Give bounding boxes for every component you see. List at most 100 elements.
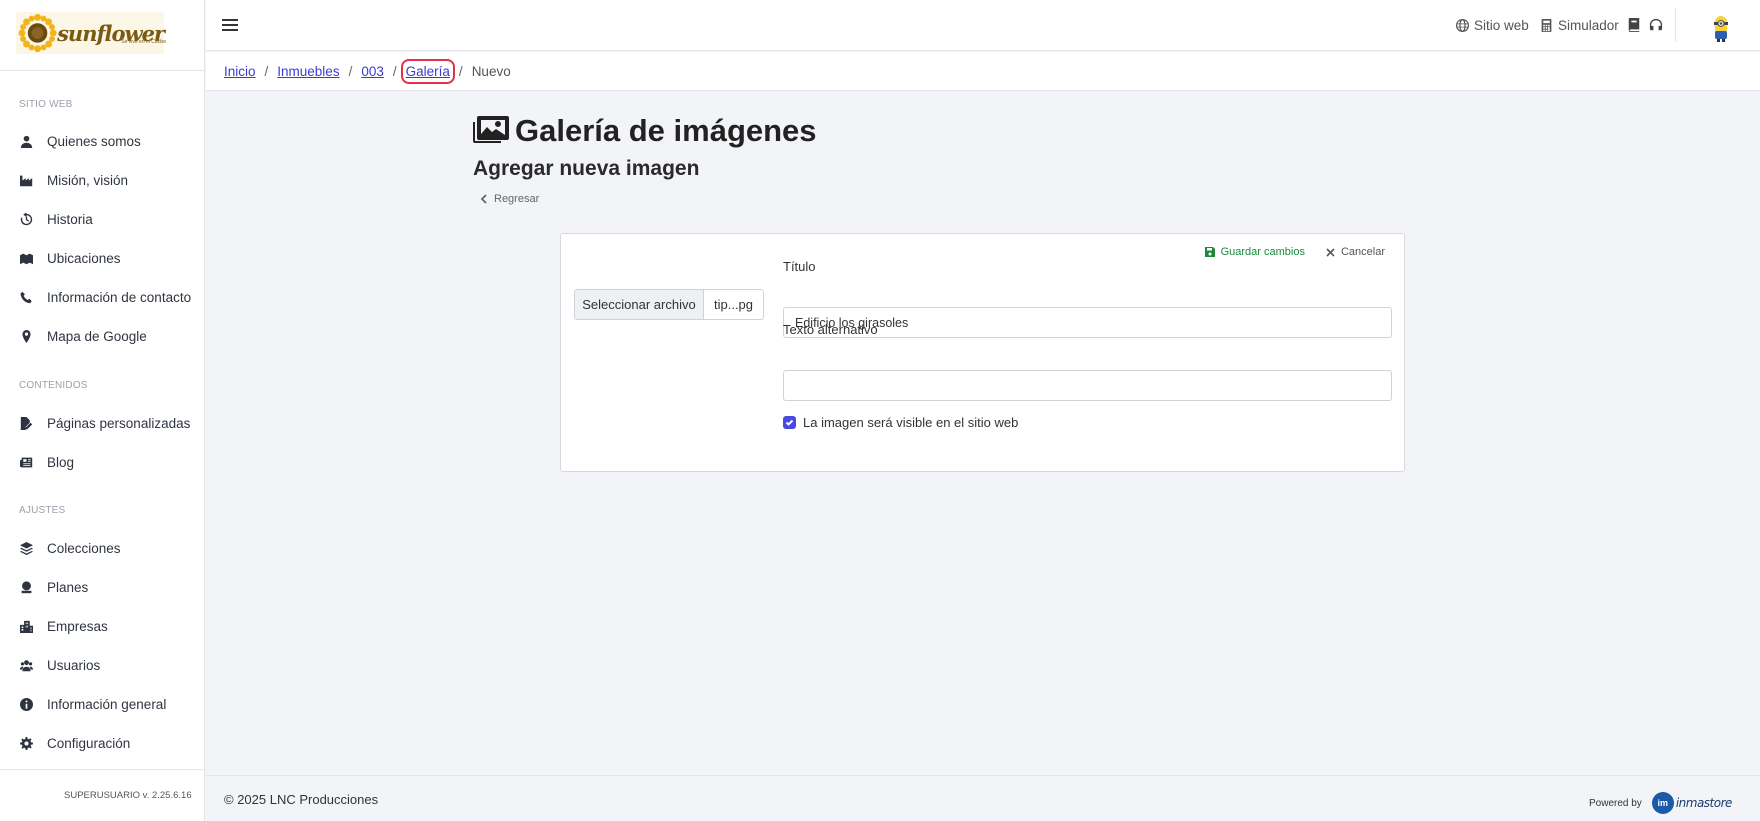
topbar-separator [1675,8,1676,42]
sidebar-divider [0,70,205,71]
sidebar-item-ubicaciones[interactable]: Ubicaciones [19,244,199,272]
visible-checkbox-label: La imagen será visible en el sitio web [803,415,1019,430]
sidebar-item-configuracion[interactable]: Configuración [19,729,199,757]
section-title-sitio-web: SITIO WEB [19,99,73,110]
users-icon [19,658,33,672]
breadcrumb-galeria[interactable]: Galería [400,59,455,84]
building-icon [19,619,33,633]
alt-text-input[interactable] [783,370,1392,401]
visible-checkbox-row: La imagen será visible en el sitio web [783,415,1018,430]
gear-icon [19,736,33,750]
breadcrumb-separator: / [458,64,463,79]
simulator-label: Simulador [1558,18,1619,33]
calculator-icon [1541,19,1552,32]
sidebar-item-usuarios[interactable]: Usuarios [19,651,199,679]
inmastore-logo[interactable]: im inmastore [1651,792,1733,814]
breadcrumb-bar: Inicio / Inmuebles / 003 / Galería / Nue… [206,52,1760,91]
footer: © 2025 LNC Producciones Powered by im in… [206,775,1760,821]
selected-file-name: tip...pg [704,290,763,319]
inmastore-mark-icon: im [1651,792,1674,814]
title-label: Título [783,259,816,274]
breadcrumb-inicio[interactable]: Inicio [224,64,256,79]
inmastore-brand-text: inmastore [1675,796,1733,810]
sidebar-item-label: Colecciones [47,540,121,556]
book-icon[interactable] [1627,18,1641,32]
info-icon [19,697,33,711]
sidebar-item-mapa-google[interactable]: Mapa de Google [19,322,199,350]
cancel-label: Cancelar [1340,246,1385,258]
sidebar-item-label: Usuarios [47,657,101,673]
sidebar-item-label: Quienes somos [47,133,141,149]
avatar[interactable] [1711,13,1731,43]
file-edit-icon [19,416,33,430]
save-label: Guardar cambios [1220,246,1305,258]
sidebar-item-label: Empresas [47,618,108,634]
save-icon [1204,247,1215,257]
brand-tagline: Se vive en el Caribe [121,39,166,45]
map-pin-icon [19,329,33,343]
sidebar-item-label: Planes [47,579,89,595]
sidebar-item-label: Blog [47,454,75,470]
form-actions: Guardar cambios Cancelar [1204,246,1385,258]
visible-checkbox[interactable] [783,416,796,429]
sidebar-divider [0,769,205,770]
sidebar-item-paginas[interactable]: Páginas personalizadas [19,409,199,437]
breadcrumb-inmuebles[interactable]: Inmuebles [277,64,339,79]
alt-text-label: Texto alternativo [783,322,878,337]
breadcrumb-separator: / [264,64,269,79]
hamburger-menu-icon[interactable] [222,16,238,34]
layers-icon [19,541,33,555]
sidebar-item-quienes-somos[interactable]: Quienes somos [19,127,199,155]
industry-icon [19,173,33,187]
sidebar: sunflower Se vive en el Caribe SITIO WEB… [0,0,205,821]
select-file-button[interactable]: Seleccionar archivo [575,290,704,319]
powered-by: Powered by im inmastore [1589,792,1732,814]
sidebar-item-colecciones[interactable]: Colecciones [19,534,199,562]
headset-icon[interactable] [1649,18,1663,32]
sidebar-item-contacto[interactable]: Información de contacto [19,283,199,311]
sidebar-item-empresas[interactable]: Empresas [19,612,199,640]
chevron-left-icon [480,194,487,204]
images-icon [473,115,509,143]
sidebar-item-planes[interactable]: Planes [19,573,199,601]
brand-logo[interactable]: sunflower Se vive en el Caribe [16,12,166,54]
section-title-ajustes: AJUSTES [19,505,66,516]
version-label: SUPERUSUARIO v. 2.25.6.16 [64,790,192,801]
breadcrumb: Inicio / Inmuebles / 003 / Galería / Nue… [224,59,511,84]
simulator-link[interactable]: Simulador [1540,18,1619,33]
close-icon [1326,247,1335,257]
plan-icon [19,580,33,594]
file-upload-input[interactable]: Seleccionar archivo tip...pg [574,289,764,320]
sidebar-item-historia[interactable]: Historia [19,205,199,233]
check-icon [785,419,794,426]
page-subtitle: Agregar nueva imagen [473,157,700,180]
topbar: Sitio web Simulador [206,0,1760,51]
sidebar-item-label: Misión, visión [47,172,129,188]
section-title-contenidos: CONTENIDOS [19,380,88,391]
breadcrumb-separator: / [392,64,397,79]
back-link[interactable]: Regresar [480,193,539,205]
sidebar-item-label: Información de contacto [47,289,192,305]
sidebar-item-blog[interactable]: Blog [19,448,199,476]
save-button[interactable]: Guardar cambios [1204,246,1305,258]
cancel-button[interactable]: Cancelar [1326,246,1385,258]
sunflower-icon [18,13,57,53]
sidebar-item-label: Mapa de Google [47,328,147,344]
newspaper-icon [19,455,33,469]
sidebar-item-label: Configuración [47,735,131,751]
breadcrumb-current: Nuevo [471,64,511,79]
sidebar-item-informacion-general[interactable]: Información general [19,690,199,718]
page-title-text: Galería de imágenes [515,113,817,148]
page-title: Galería de imágenes [473,113,817,149]
history-icon [19,212,33,226]
powered-by-label: Powered by [1589,797,1642,809]
map-location-icon [19,251,33,265]
sidebar-item-label: Ubicaciones [47,250,121,266]
sidebar-item-mision-vision[interactable]: Misión, visión [19,166,199,194]
globe-icon [1456,19,1469,32]
site-web-link[interactable]: Sitio web [1456,18,1529,33]
breadcrumb-003[interactable]: 003 [361,64,384,79]
image-form-card: Guardar cambios Cancelar Seleccionar arc… [560,233,1405,472]
phone-icon [19,290,33,304]
sidebar-item-label: Información general [47,696,167,712]
